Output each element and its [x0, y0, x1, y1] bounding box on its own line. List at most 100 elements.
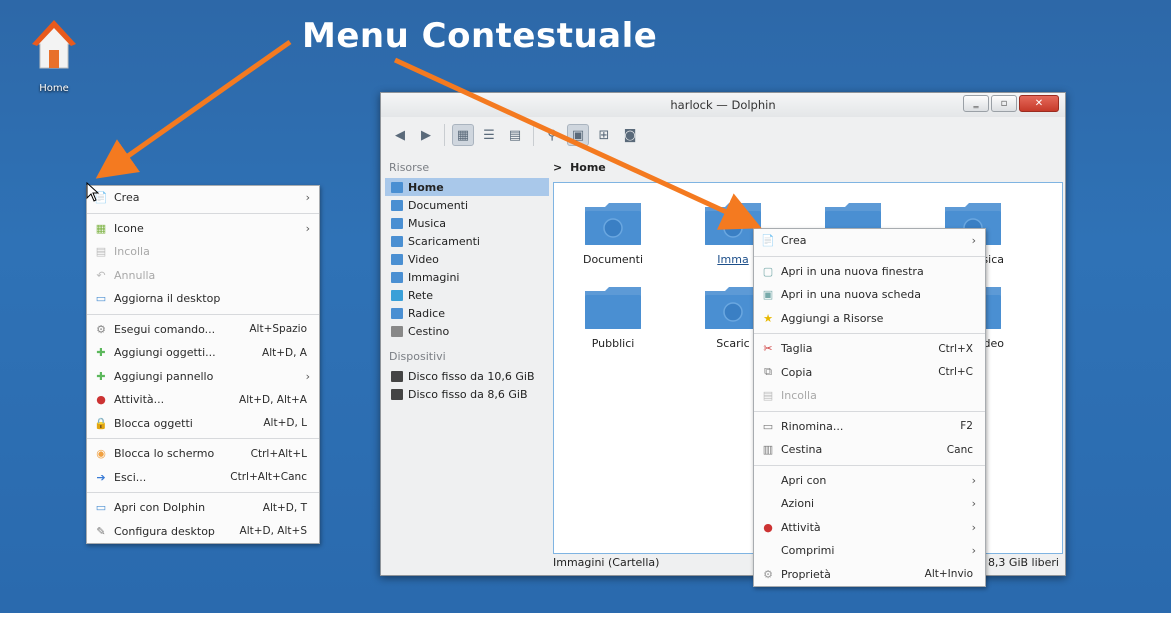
sidebar-item-home[interactable]: Home [385, 178, 549, 196]
preview-icon[interactable]: ▣ [567, 124, 589, 146]
maximize-button[interactable]: ▫ [991, 95, 1017, 112]
menu-item-apri-con-dolphin[interactable]: ▭ Apri con Dolphin Alt+D, T [87, 496, 319, 520]
menu-item-blocca-oggetti[interactable]: 🔒 Blocca oggetti Alt+D, L [87, 412, 319, 436]
hard-disk-icon [391, 370, 403, 382]
toolbar: ◀ ▶ ▦ ☰ ▤ ⚲ ▣ ⊞ ◙ [381, 117, 1065, 153]
chevron-right-icon: › [971, 497, 976, 511]
forward-arrow-icon[interactable]: ▶ [415, 124, 437, 146]
sidebar-item-scaricamenti[interactable]: Scaricamenti [385, 232, 549, 250]
menu-item-label: Proprietà [781, 567, 831, 581]
search-icon[interactable]: ⚲ [541, 124, 563, 146]
folder-icon [391, 271, 403, 283]
menu-item-attività[interactable]: ● Attività... Alt+D, Alt+A [87, 388, 319, 412]
menu-item-label: Crea [781, 234, 807, 248]
menu-item-copia[interactable]: ⧉ Copia Ctrl+C [754, 361, 985, 385]
menu-item-label: Attività... [114, 393, 165, 407]
sidebar-item-rete[interactable]: Rete [385, 286, 549, 304]
sidebar-item-radice[interactable]: Radice [385, 304, 549, 322]
menu-item-esegui-comando[interactable]: ⚙ Esegui comando... Alt+Spazio [87, 318, 319, 342]
menu-separator [87, 212, 319, 214]
menu-item-shortcut: Alt+D, A [262, 346, 307, 359]
sidebar-item-documenti[interactable]: Documenti [385, 196, 549, 214]
breadcrumb-current[interactable]: Home [570, 161, 606, 174]
menu-item-aggiorna-il-desktop[interactable]: ▭ Aggiorna il desktop [87, 287, 319, 311]
folder-item[interactable]: Pubblici [568, 283, 658, 350]
menu-item-label: Azioni [781, 497, 815, 511]
compact-view-icon[interactable]: ☰ [478, 124, 500, 146]
folder-icon [391, 181, 403, 193]
hard-disk-icon [391, 388, 403, 400]
desktop-home-shortcut[interactable]: Home [26, 20, 82, 94]
chevron-right-icon: › [305, 369, 310, 383]
menu-item-apri-in-una-nuova-scheda[interactable]: ▣ Apri in una nuova scheda [754, 283, 985, 307]
sidebar-item-musica[interactable]: Musica [385, 214, 549, 232]
menu-item-label: Esegui comando... [114, 322, 216, 336]
sidebar-section-title: Dispositivi [389, 350, 446, 363]
bookmark-star-icon: ★ [763, 311, 773, 325]
sidebar-section-title: Risorse [389, 161, 430, 174]
close-button[interactable]: ✕ [1019, 95, 1059, 112]
menu-item-incolla: ▤ Incolla [754, 384, 985, 408]
properties-icon: ⚙ [763, 567, 773, 581]
sidebar-item-disco-fisso-da-8-6-gib[interactable]: Disco fisso da 8,6 GiB [385, 385, 549, 403]
menu-item-configura-desktop[interactable]: ✎ Configura desktop Alt+D, Alt+S [87, 520, 319, 544]
menu-item-aggiungi-a-risorse[interactable]: ★ Aggiungi a Risorse [754, 307, 985, 331]
menu-item-apri-in-una-nuova-finestra[interactable]: ▢ Apri in una nuova finestra [754, 260, 985, 284]
menu-item-taglia[interactable]: ✂ Taglia Ctrl+X [754, 337, 985, 361]
toolbar-separator [444, 124, 445, 146]
menu-item-cestina[interactable]: ▥ Cestina Canc [754, 438, 985, 462]
sidebar-item-disco-fisso-da-10-6-gib[interactable]: Disco fisso da 10,6 GiB [385, 367, 549, 385]
logout-icon: ➔ [96, 470, 106, 484]
menu-item-label: Blocca oggetti [114, 416, 193, 430]
icons-view-icon: ▦ [95, 221, 107, 235]
menu-item-label: Aggiungi oggetti... [114, 346, 216, 360]
menu-item-aggiungi-pannello[interactable]: ✚ Aggiungi pannello › [87, 365, 319, 389]
camera-icon[interactable]: ◙ [619, 124, 641, 146]
new-tab-icon: ▣ [762, 288, 774, 302]
breadcrumb[interactable]: > Home [553, 161, 606, 174]
menu-item-icone[interactable]: ▦ Icone › [87, 217, 319, 241]
trash-icon: ▥ [762, 443, 774, 457]
menu-item-esci[interactable]: ➔ Esci... Ctrl+Alt+Canc [87, 466, 319, 490]
menu-item-shortcut: Ctrl+Alt+L [250, 447, 307, 460]
menu-item-crea[interactable]: 📄 Crea › [87, 186, 319, 210]
folder-icon [391, 199, 403, 211]
menu-item-label: Incolla [114, 245, 150, 259]
paste-icon: ▤ [95, 245, 107, 259]
menu-item-icon-placeholder [760, 496, 776, 512]
menu-item-aggiungi-oggetti[interactable]: ✚ Aggiungi oggetti... Alt+D, A [87, 341, 319, 365]
desktop[interactable]: Home Menu Contestuale harlock — Dolphin … [0, 0, 1171, 613]
menu-item-apri-con[interactable]: Apri con › [754, 469, 985, 493]
sidebar-item-cestino[interactable]: Cestino [385, 322, 549, 340]
menu-item-icon-placeholder [760, 472, 776, 488]
details-view-icon[interactable]: ▤ [504, 124, 526, 146]
folder-icon [391, 307, 403, 319]
menu-item-rinomina[interactable]: ▭ Rinomina... F2 [754, 415, 985, 439]
menu-item-incolla: ▤ Incolla [87, 240, 319, 264]
menu-item-azioni[interactable]: Azioni › [754, 492, 985, 516]
sidebar-item-label: Radice [408, 306, 445, 320]
back-arrow-icon[interactable]: ◀ [389, 124, 411, 146]
add-green-icon: ✚ [96, 346, 106, 360]
cut-icon: ✂ [763, 342, 773, 356]
menu-separator [754, 255, 985, 257]
split-view-icon[interactable]: ⊞ [593, 124, 615, 146]
sidebar-item-immagini[interactable]: Immagini [385, 268, 549, 286]
window-titlebar[interactable]: harlock — Dolphin ‗ ▫ ✕ [381, 93, 1065, 117]
menu-separator [87, 313, 319, 315]
menu-item-crea[interactable]: 📄 Crea › [754, 229, 985, 253]
menu-item-attività[interactable]: ● Attività › [754, 516, 985, 540]
menu-item-label: Comprimi [781, 544, 835, 558]
icons-view-icon[interactable]: ▦ [452, 124, 474, 146]
new-window-icon: ▢ [762, 264, 774, 278]
menu-item-label: Apri con Dolphin [114, 501, 206, 515]
menu-item-proprietà[interactable]: ⚙ Proprietà Alt+Invio [754, 563, 985, 587]
menu-item-blocca-lo-schermo[interactable]: ◉ Blocca lo schermo Ctrl+Alt+L [87, 442, 319, 466]
menu-item-shortcut: Alt+D, T [262, 501, 307, 514]
minimize-button[interactable]: ‗ [963, 95, 989, 112]
sidebar-item-video[interactable]: Video [385, 250, 549, 268]
menu-item-comprimi[interactable]: Comprimi › [754, 539, 985, 563]
folder-item[interactable]: Documenti [568, 199, 658, 266]
folder-icon [391, 235, 403, 247]
menu-item-label: Crea [114, 191, 140, 205]
